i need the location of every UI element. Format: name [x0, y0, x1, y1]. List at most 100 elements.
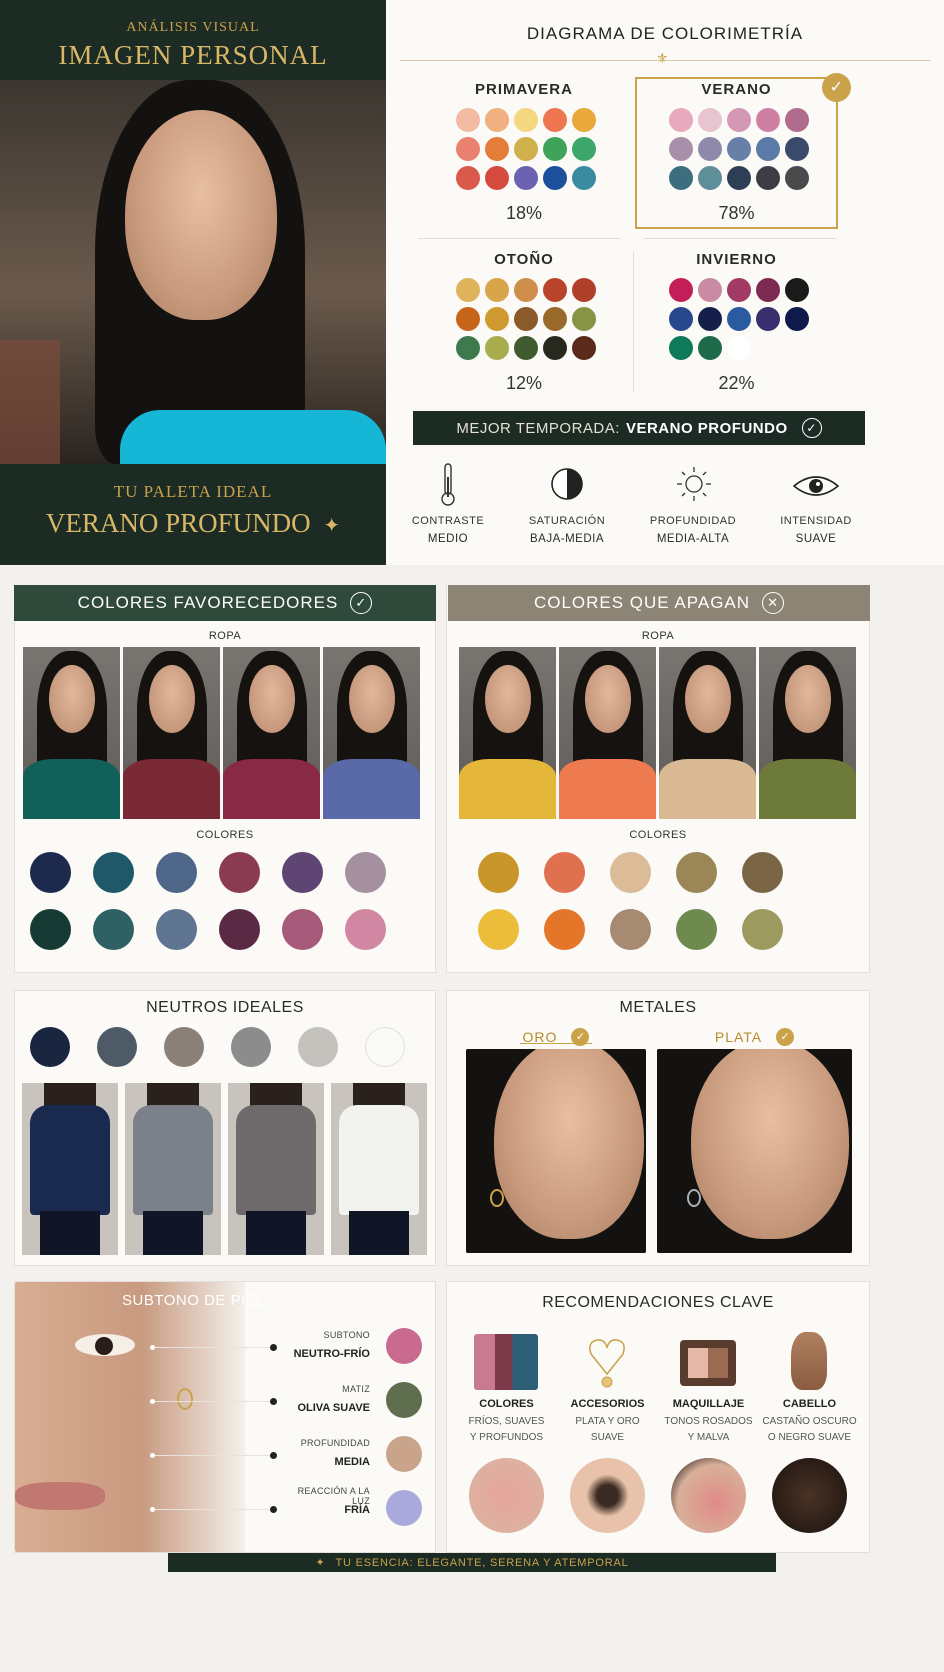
outfit-photo: [125, 1083, 221, 1255]
season-swatch-grid: [456, 278, 596, 368]
drape-photo: [123, 647, 220, 819]
hair-photo: [772, 1458, 847, 1533]
recommendation-line: O NEGRO SUAVE: [767, 1432, 852, 1443]
color-swatch: [544, 909, 585, 950]
outfit-photo: [331, 1083, 427, 1255]
recommendation-list: COLORES FRÍOS, SUAVES Y PROFUNDOS ACCESORIO…: [456, 1330, 860, 1545]
season-percent: 22%: [718, 373, 755, 393]
metal-oro-photo: [466, 1049, 646, 1253]
color-swatch: [514, 108, 538, 132]
color-swatch: [514, 166, 538, 190]
hero-panel: ANÁLISIS VISUAL IMAGEN PERSONAL TU PALET…: [0, 0, 386, 565]
skin-attribute-value: OLIVA SUAVE: [297, 1402, 370, 1414]
outfit-photo: [228, 1083, 324, 1255]
outfit-photo-row: [22, 1083, 427, 1255]
season-name: OTOÑO: [494, 251, 554, 268]
drape-fabric: [759, 759, 856, 819]
color-swatch: [727, 278, 751, 302]
recommendation-item: ACCESORIOS PLATA Y ORO SUAVE: [557, 1330, 658, 1545]
color-swatch: [785, 307, 809, 331]
drape-fabric: [559, 759, 656, 819]
color-swatch: [345, 852, 386, 893]
color-swatch: [93, 909, 134, 950]
recommendation-line: Y MALVA: [687, 1432, 730, 1443]
garment: [133, 1105, 213, 1215]
outfit-photo: [22, 1083, 118, 1255]
drape-fabric: [223, 759, 320, 819]
sparkle-icon: ✦: [323, 515, 341, 537]
color-swatch: [543, 108, 567, 132]
color-swatch: [727, 108, 751, 132]
color-swatch: [610, 909, 651, 950]
skin-attribute-list: SUBTONO NEUTRO-FRÍO MATIZ OLIVA SUAVE PROFUN…: [150, 1320, 430, 1540]
ropa-label: ROPA: [641, 630, 675, 642]
color-swatch: [572, 166, 596, 190]
color-swatch: [514, 336, 538, 360]
drape-photo: [23, 647, 120, 819]
heart-necklace-icon: [585, 1334, 629, 1390]
diagram-panel: DIAGRAMA DE COLORIMETRÍA ⚜ PRIMAVERA 18%…: [386, 0, 944, 565]
color-swatch: [485, 137, 509, 161]
ropa-label: ROPA: [208, 630, 242, 642]
best-season-value: VERANO PROFUNDO: [625, 419, 788, 437]
color-swatch: [698, 307, 722, 331]
color-swatch: [456, 336, 480, 360]
check-circle-icon: ✓: [350, 592, 373, 614]
eye-icon: [792, 472, 840, 500]
color-swatch: [485, 166, 509, 190]
color-swatch: [543, 307, 567, 331]
color-swatch: [543, 278, 567, 302]
color-swatch: [97, 1027, 137, 1067]
recs-title: RECOMENDACIONES CLAVE: [542, 1294, 774, 1311]
check-badge-icon: ✓: [776, 1028, 795, 1046]
skin-color-swatch: [386, 1436, 422, 1472]
drape-photo: [323, 647, 420, 819]
recommendation-item: CABELLO CASTAÑO OSCURO O NEGRO SUAVE: [759, 1330, 860, 1545]
color-swatch: [164, 1027, 204, 1067]
color-swatch: [756, 166, 780, 190]
recommendation-line: FRÍOS, SUAVES: [468, 1416, 545, 1427]
palette-label: TU PALETA IDEAL: [113, 482, 273, 501]
attribute-value: MEDIO: [427, 533, 469, 545]
color-swatch: [785, 278, 809, 302]
color-swatch: [156, 852, 197, 893]
color-swatch: [282, 852, 323, 893]
color-swatch: [669, 336, 693, 360]
season-name: INVIERNO: [696, 251, 777, 268]
season-swatch-grid: [669, 108, 809, 198]
recommendation-item: COLORES FRÍOS, SUAVES Y PROFUNDOS: [456, 1330, 557, 1545]
skin-attribute-value: NEUTRO-FRÍO: [293, 1348, 370, 1360]
garment: [339, 1105, 419, 1215]
season-swatch-grid: [669, 278, 809, 368]
color-swatch: [231, 1027, 271, 1067]
recommendation-item: MAQUILLAJE TONOS ROSADOS Y MALVA: [658, 1330, 759, 1545]
season-percent: 18%: [505, 203, 543, 223]
color-swatch: [485, 108, 509, 132]
attribute-value: MEDIA-ALTA: [656, 533, 730, 545]
color-swatch: [676, 852, 717, 893]
neutrals-title: NEUTROS IDEALES: [146, 999, 304, 1016]
recommendation-line: CASTAÑO OSCURO: [762, 1416, 857, 1427]
drape-photo-row: [23, 647, 421, 819]
color-swatch: [572, 108, 596, 132]
drape-photo: [223, 647, 320, 819]
color-swatch: [756, 108, 780, 132]
color-swatch: [572, 307, 596, 331]
color-swatch: [456, 108, 480, 132]
color-swatch: [456, 278, 480, 302]
color-swatch: [756, 137, 780, 161]
fleur-icon: ⚜: [656, 50, 669, 66]
attribute-label: SATURACIÓN: [528, 515, 606, 527]
favor-header: COLORES FAVORECEDORES ✓: [14, 585, 436, 621]
recommendation-line: Y PROFUNDOS: [469, 1432, 544, 1443]
recommendation-title: CABELLO: [782, 1398, 837, 1410]
color-swatch: [30, 909, 71, 950]
recommendation-title: ACCESORIOS: [570, 1398, 645, 1410]
footer-bar: ✦ TU ESENCIA: ELEGANTE, SERENA Y ATEMPOR…: [168, 1553, 776, 1572]
recommendation-title: MAQUILLAJE: [672, 1398, 745, 1410]
color-swatch: [572, 278, 596, 302]
hero-eyebrow: ANÁLISIS VISUAL: [126, 20, 260, 35]
color-swatch: [456, 307, 480, 331]
best-season-bar: MEJOR TEMPORADA: VERANO PROFUNDO ✓: [413, 411, 865, 445]
drape-fabric: [459, 759, 556, 819]
